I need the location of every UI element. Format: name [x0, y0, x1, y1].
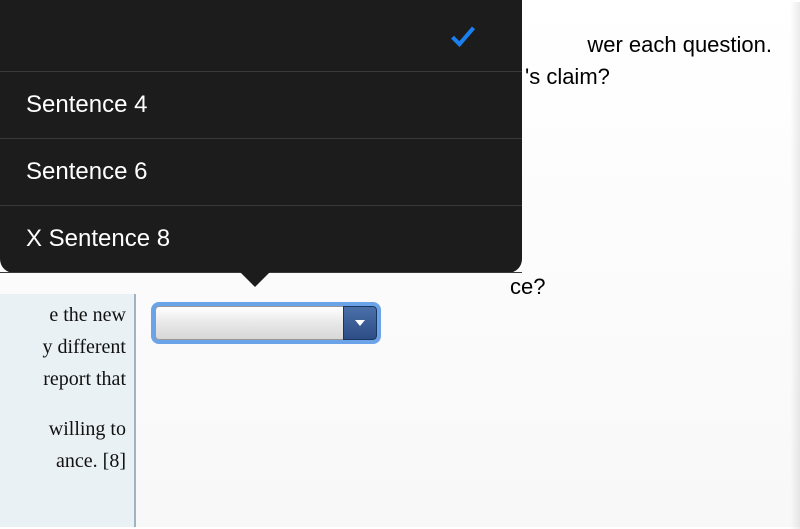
checkmark-icon — [449, 24, 477, 55]
dropdown-option-empty[interactable] — [0, 0, 522, 72]
dropdown-option-label: Sentence 4 — [26, 91, 147, 119]
dropdown-option-sentence-6[interactable]: Sentence 6 — [0, 139, 522, 206]
dropdown-option-label: Sentence 6 — [26, 158, 147, 186]
answer-select[interactable] — [151, 302, 381, 344]
caret-down-icon — [355, 320, 365, 326]
dropdown-option-sentence-4[interactable]: Sentence 4 — [0, 72, 522, 139]
dropdown-option-sentence-8[interactable]: X Sentence 8 — [0, 206, 522, 273]
select-value-area[interactable] — [155, 306, 343, 340]
dropdown-option-label: X Sentence 8 — [26, 225, 170, 253]
page-edge-shadow — [790, 2, 800, 529]
passage-line: ance. [8] — [56, 446, 126, 476]
passage-line: y different — [43, 332, 127, 362]
passage-line: e the new — [49, 300, 126, 330]
select-arrow-button[interactable] — [343, 306, 377, 340]
instruction-text-fragment-2: 's claim? — [525, 64, 610, 90]
passage-line: willing to — [49, 414, 126, 444]
passage-line: report that — [43, 364, 126, 394]
passage-panel: e the new y different report that willin… — [0, 294, 136, 527]
dropdown-pointer — [240, 272, 270, 287]
dropdown-menu: Sentence 4 Sentence 6 X Sentence 8 — [0, 0, 522, 273]
question-text-fragment: ce? — [510, 274, 545, 300]
instruction-text-fragment-1: wer each question. — [587, 32, 772, 58]
